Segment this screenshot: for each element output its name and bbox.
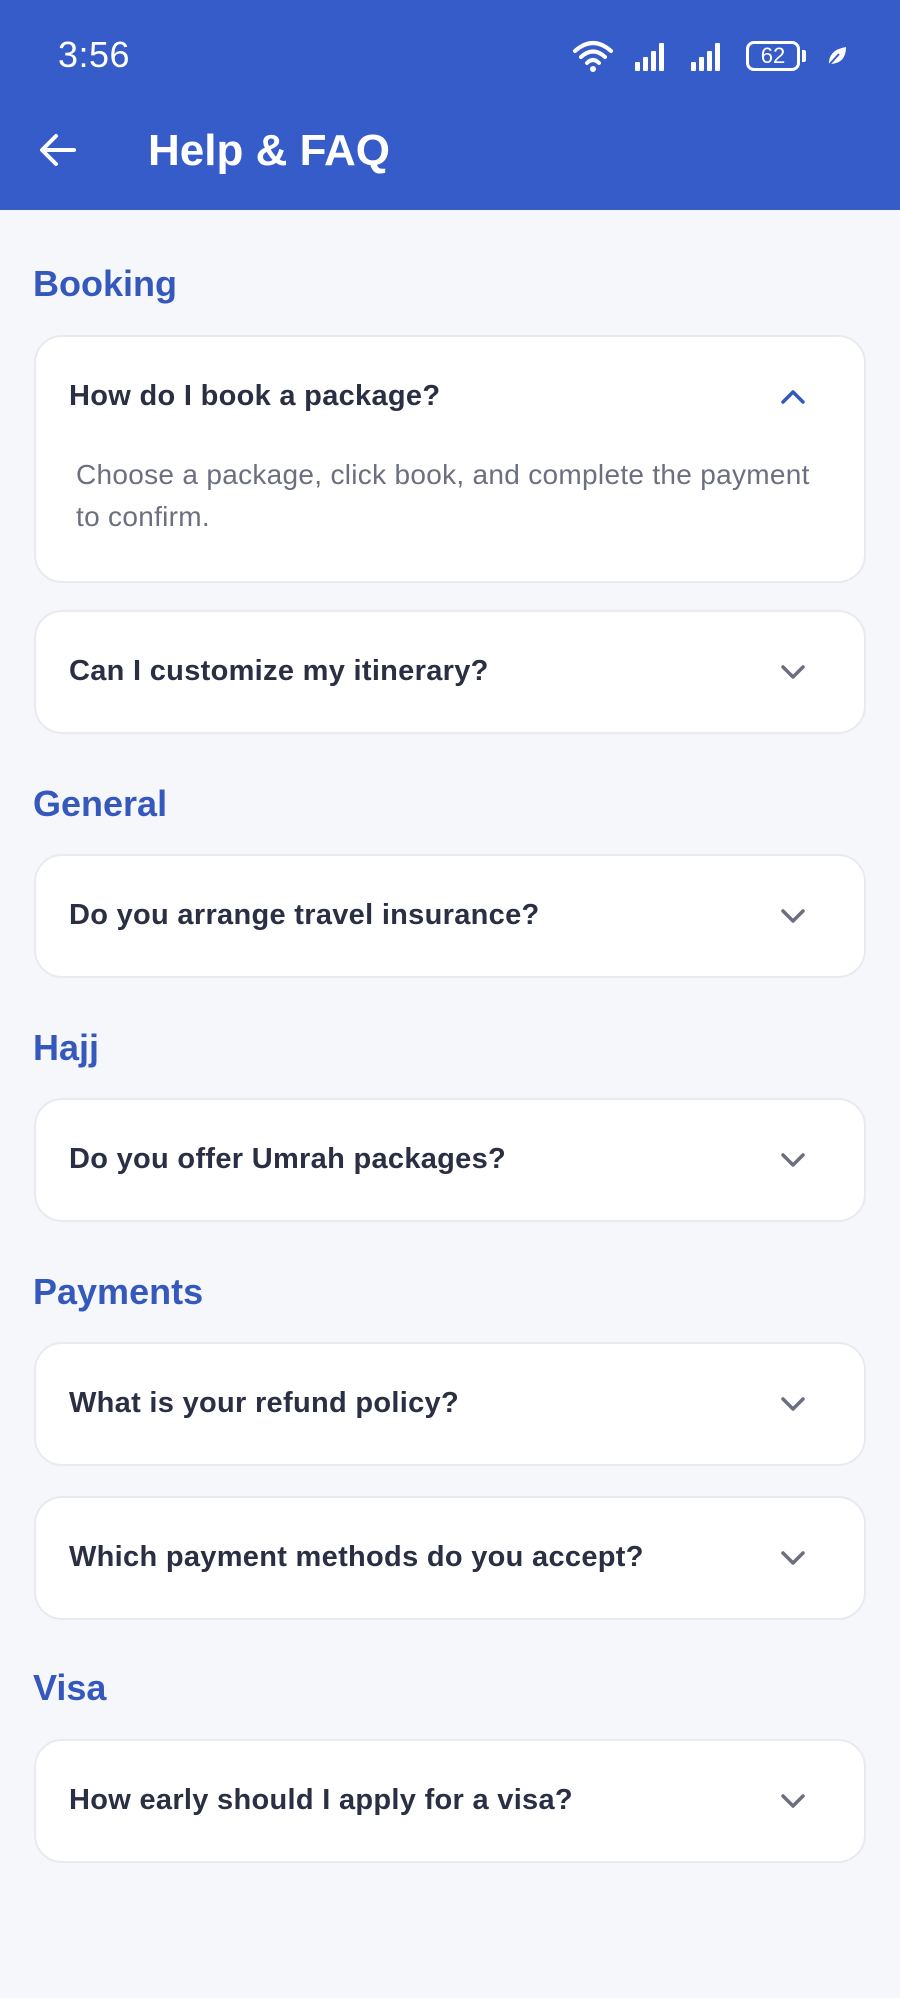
- chevron-down-icon[interactable]: [778, 1543, 808, 1573]
- status-icons: 62: [572, 36, 848, 76]
- page-title: Help & FAQ: [148, 126, 391, 175]
- section-title-hajj: Hajj: [33, 1027, 100, 1068]
- faq-item[interactable]: What is your refund policy?: [34, 1342, 866, 1466]
- wifi-icon: [572, 39, 614, 73]
- faq-item[interactable]: Do you arrange travel insurance?: [34, 854, 866, 978]
- chevron-down-icon[interactable]: [778, 657, 808, 687]
- chevron-down-icon[interactable]: [778, 1145, 808, 1175]
- section-title-visa: Visa: [33, 1667, 107, 1708]
- chevron-down-icon[interactable]: [778, 1786, 808, 1816]
- chevron-down-icon[interactable]: [778, 901, 808, 931]
- battery-level: 62: [746, 41, 800, 71]
- faq-question: How early should I apply for a visa?: [69, 1784, 573, 1816]
- faq-item[interactable]: Can I customize my itinerary?: [34, 610, 866, 734]
- app-bar: 3:56 62 Help & FAQ: [0, 0, 900, 210]
- faq-item[interactable]: How do I book a package? Choose a packag…: [34, 335, 866, 583]
- faq-item[interactable]: Which payment methods do you accept?: [34, 1496, 866, 1620]
- back-button[interactable]: [32, 124, 84, 176]
- arrow-left-icon: [40, 134, 76, 166]
- faq-question: How do I book a package?: [69, 380, 441, 412]
- section-title-general: General: [33, 783, 168, 824]
- faq-answer: Choose a package, click book, and comple…: [76, 459, 810, 532]
- signal-icon: [634, 40, 670, 72]
- section-title-booking: Booking: [33, 263, 177, 304]
- faq-question: Do you arrange travel insurance?: [69, 899, 540, 931]
- battery-icon: 62: [746, 41, 806, 71]
- faq-question: Can I customize my itinerary?: [69, 655, 489, 687]
- chevron-down-icon[interactable]: [778, 1389, 808, 1419]
- signal-icon: [690, 40, 726, 72]
- faq-question: What is your refund policy?: [69, 1387, 459, 1419]
- faq-item[interactable]: Do you offer Umrah packages?: [34, 1098, 866, 1222]
- faq-question: Which payment methods do you accept?: [69, 1541, 644, 1573]
- section-title-payments: Payments: [33, 1271, 204, 1312]
- status-time: 3:56: [58, 34, 131, 75]
- chevron-up-icon[interactable]: [778, 382, 808, 412]
- faq-question: Do you offer Umrah packages?: [69, 1143, 507, 1175]
- faq-item[interactable]: How early should I apply for a visa?: [34, 1739, 866, 1863]
- leaf-icon: [826, 44, 848, 68]
